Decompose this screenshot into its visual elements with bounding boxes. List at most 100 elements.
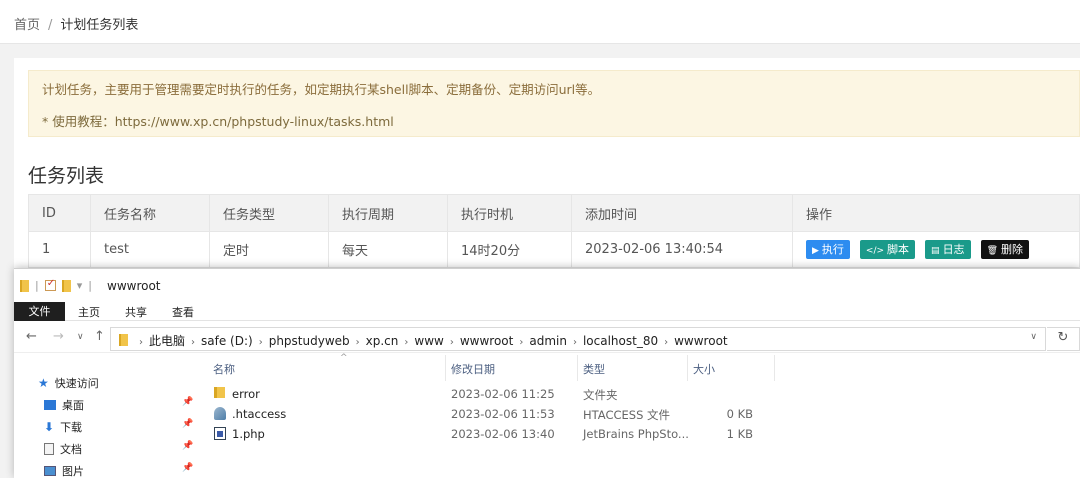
tab-file[interactable]: 文件 <box>14 302 65 321</box>
column-header-modified[interactable]: 修改日期 <box>451 361 495 377</box>
chevron-down-icon[interactable]: ∨ <box>1030 332 1037 342</box>
delete-button-label: 删除 <box>1001 243 1023 256</box>
nav-desktop[interactable]: 桌面 <box>44 397 84 413</box>
file-type: HTACCESS 文件 <box>583 408 671 422</box>
column-header-type[interactable]: 类型 <box>583 361 605 377</box>
file-modified: 2023-02-06 11:53 <box>451 407 555 421</box>
nav-label: 图片 <box>62 465 84 478</box>
path-segment[interactable]: wwwroot <box>674 334 728 348</box>
column-header-size[interactable]: 大小 <box>693 361 715 377</box>
file-list-header: 名称 ^ 修改日期 类型 大小 <box>200 353 775 381</box>
column-header-cycle: 执行周期 <box>328 194 448 232</box>
chevron-right-icon: › <box>404 337 409 348</box>
cell-timing: 14时20分 <box>447 231 572 268</box>
chevron-right-icon: › <box>519 337 524 348</box>
log-icon: ▤ <box>931 246 940 256</box>
path-segment[interactable]: wwwroot <box>460 334 514 348</box>
file-name: 1.php <box>232 427 265 441</box>
properties-icon[interactable] <box>44 278 56 291</box>
cell-cycle: 每天 <box>328 231 448 268</box>
customize-toolbar-icon[interactable]: ▾ <box>77 279 83 292</box>
cell-type: 定时 <box>209 231 329 268</box>
nav-label: 下载 <box>60 421 83 434</box>
file-icon <box>214 407 226 420</box>
nav-downloads[interactable]: ⬇ 下载 <box>44 419 82 435</box>
cell-id: 1 <box>28 231 91 268</box>
refresh-icon: ↻ <box>1057 330 1069 345</box>
run-button[interactable]: ▶ 执行 <box>806 240 850 259</box>
path-segment[interactable]: admin <box>529 334 567 348</box>
cell-added: 2023-02-06 13:40:54 <box>571 231 793 268</box>
chevron-right-icon: › <box>191 337 196 348</box>
path-segment[interactable]: 此电脑 <box>149 334 185 348</box>
back-arrow-icon[interactable]: ← <box>26 329 37 344</box>
chevron-right-icon: › <box>664 337 669 348</box>
file-type: 文件夹 <box>583 388 618 402</box>
table-row: 1 test 定时 每天 14时20分 2023-02-06 13:40:54 … <box>28 231 1080 268</box>
table-header-row: ID 任务名称 任务类型 执行周期 执行时机 添加时间 操作 <box>28 194 1080 232</box>
nav-pictures[interactable]: 图片 <box>44 463 84 478</box>
refresh-button[interactable]: ↻ <box>1047 327 1080 351</box>
log-button[interactable]: ▤ 日志 <box>925 240 971 259</box>
nav-documents[interactable]: 文档 <box>44 441 82 457</box>
notice-tutorial-link[interactable]: * 使用教程：https://www.xp.cn/phpstudy-linux/… <box>42 113 1079 131</box>
play-icon: ▶ <box>812 246 819 256</box>
file-modified: 2023-02-06 13:40 <box>451 427 555 441</box>
new-folder-icon[interactable] <box>61 279 71 292</box>
file-explorer-window: | ▾ | wwwroot 文件 主页 共享 查看 ← → ∨ ↑ › 此电脑 › s… <box>14 268 1080 478</box>
folder-icon <box>20 279 29 292</box>
column-header-id: ID <box>28 194 91 232</box>
pin-icon[interactable]: 📌 <box>182 463 193 473</box>
info-notice: 计划任务，主要用于管理需要定时执行的任务，如定期执行某shell脚本、定期备份、… <box>28 70 1080 137</box>
path-segment[interactable]: xp.cn <box>366 334 399 348</box>
recent-locations-icon[interactable]: ∨ <box>77 332 84 342</box>
path-segment[interactable]: www <box>414 334 443 348</box>
file-name: .htaccess <box>232 407 287 421</box>
php-file-mark <box>217 431 223 437</box>
chevron-right-icon: › <box>572 337 577 348</box>
nav-label: 文档 <box>60 443 82 456</box>
pin-icon[interactable]: 📌 <box>182 419 193 429</box>
delete-button[interactable]: 🗑 删除 <box>980 240 1029 259</box>
column-divider[interactable] <box>687 355 688 381</box>
document-icon <box>44 443 54 455</box>
folder-icon <box>214 387 225 398</box>
trash-icon: 🗑 <box>986 246 998 256</box>
desktop-icon <box>44 400 56 410</box>
column-header-actions: 操作 <box>792 194 1080 232</box>
notice-line-1: 计划任务，主要用于管理需要定时执行的任务，如定期执行某shell脚本、定期备份、… <box>42 82 601 97</box>
file-size: 1 KB <box>726 427 753 441</box>
script-button[interactable]: </> 脚本 <box>859 240 916 259</box>
nav-quick-access[interactable]: ★ 快速访问 <box>38 375 99 391</box>
column-header-name[interactable]: 名称 <box>213 361 235 377</box>
path-segment[interactable]: localhost_80 <box>583 334 658 348</box>
ribbon-tabs: 文件 主页 共享 查看 <box>14 302 1080 321</box>
breadcrumb-home[interactable]: 首页 <box>14 18 40 33</box>
chevron-right-icon: › <box>355 337 360 348</box>
cell-actions: ▶ 执行 </> 脚本 ▤ 日志 🗑 删除 <box>792 231 1080 268</box>
toolbar-divider: | <box>88 279 92 292</box>
tab-share[interactable]: 共享 <box>125 304 147 320</box>
quick-access-toolbar: | ▾ | <box>20 278 92 292</box>
file-row[interactable]: error 2023-02-06 11:25 文件夹 <box>200 384 775 404</box>
path-segment[interactable]: safe (D:) <box>201 334 253 348</box>
up-arrow-icon[interactable]: ↑ <box>94 329 105 344</box>
path-segment[interactable]: phpstudyweb <box>269 334 350 348</box>
column-divider[interactable] <box>774 355 775 381</box>
forward-arrow-icon[interactable]: → <box>53 329 64 344</box>
pin-icon[interactable]: 📌 <box>182 441 193 451</box>
file-list: 名称 ^ 修改日期 类型 大小 error 2023-02-06 11:25 文… <box>200 353 1080 478</box>
file-row[interactable]: 1.php 2023-02-06 13:40 JetBrains PhpSto.… <box>200 424 775 444</box>
tab-home[interactable]: 主页 <box>78 304 100 320</box>
download-icon: ⬇ <box>44 420 55 434</box>
column-header-timing: 执行时机 <box>447 194 572 232</box>
address-bar[interactable]: › 此电脑 › safe (D:) › phpstudyweb › xp.cn › www › www… <box>110 327 1046 351</box>
picture-icon <box>44 466 56 476</box>
file-name: error <box>232 387 260 401</box>
column-divider[interactable] <box>445 355 446 381</box>
column-divider[interactable] <box>577 355 578 381</box>
tab-view[interactable]: 查看 <box>172 304 194 320</box>
file-row[interactable]: .htaccess 2023-02-06 11:53 HTACCESS 文件 0… <box>200 404 775 424</box>
window-title: wwwroot <box>107 279 161 293</box>
pin-icon[interactable]: 📌 <box>182 397 193 407</box>
